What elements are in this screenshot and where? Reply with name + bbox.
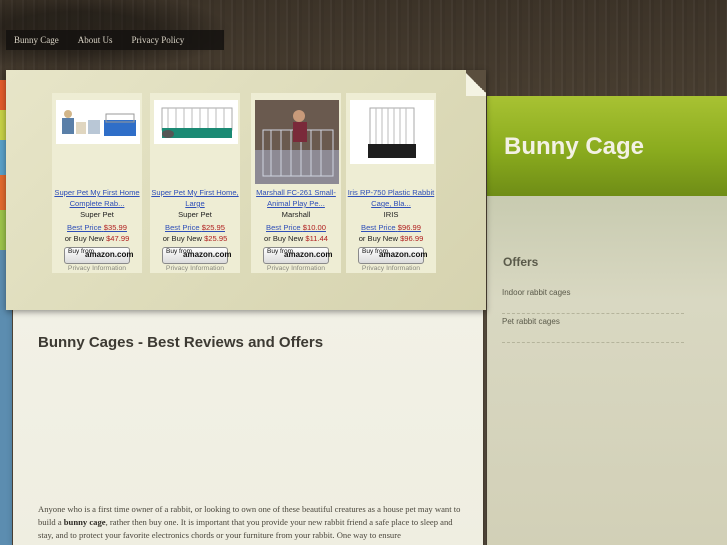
buy-from-amazon-button[interactable]: Buy from amazon.com (358, 247, 427, 264)
privacy-information-link[interactable]: Privacy Information (150, 265, 240, 272)
product-title[interactable]: Super Pet My First Home, Large (150, 187, 240, 209)
page-title: Bunny Cages - Best Reviews and Offers (38, 334, 324, 351)
buy-new-price: or Buy New $47.99 (64, 234, 130, 243)
top-nav: Bunny Cage About Us Privacy Policy (6, 30, 224, 50)
nav-bunny-cage[interactable]: Bunny Cage (14, 35, 59, 45)
product-brand: Super Pet (80, 210, 114, 219)
best-price-link[interactable]: Best Price $10.00 (251, 223, 341, 232)
product-card: Super Pet My First Home, Large Super Pet … (150, 93, 240, 273)
sidebar-link-pet-rabbit-cages[interactable]: Pet rabbit cages (502, 315, 684, 343)
intro-keyword: bunny cage (63, 517, 106, 527)
site-title[interactable]: Bunny Cage (504, 133, 644, 161)
privacy-information-link[interactable]: Privacy Information (346, 265, 436, 272)
nav-about-us[interactable]: About Us (78, 35, 113, 45)
buy-new-price: or Buy New $96.99 (358, 234, 424, 243)
teal-cage-image[interactable] (154, 100, 238, 144)
buy-from-amazon-button[interactable]: Buy from amazon.com (162, 247, 231, 264)
product-title[interactable]: Marshall FC-261 Small- Animal Play Pe... (251, 187, 341, 209)
play-pen-image[interactable] (255, 100, 339, 184)
sidebar-link-indoor-rabbit-cages[interactable]: Indoor rabbit cages (502, 286, 684, 314)
rabbit-starter-kit-image[interactable] (56, 100, 140, 144)
intro-paragraph: Anyone who is a first time owner of a ra… (38, 503, 468, 542)
product-card: Iris RP-750 Plastic Rabbit Cage, Bla... I… (346, 93, 436, 273)
black-cage-image[interactable] (350, 100, 434, 164)
nav-privacy-policy[interactable]: Privacy Policy (132, 35, 185, 45)
product-card: Super Pet My First Home Complete Rab... S… (52, 93, 142, 273)
product-card: Marshall FC-261 Small- Animal Play Pe... … (251, 93, 341, 273)
buy-from-amazon-button[interactable]: Buy from amazon.com (64, 247, 133, 264)
product-title[interactable]: Super Pet My First Home Complete Rab... (52, 187, 142, 209)
buy-from-amazon-button[interactable]: Buy from amazon.com (263, 247, 332, 264)
best-price-link[interactable]: Best Price $35.99 (52, 223, 142, 232)
privacy-information-link[interactable]: Privacy Information (52, 265, 142, 272)
page-fold-corner (466, 70, 486, 96)
product-brand: IRIS (383, 210, 399, 219)
product-brand: Marshall (281, 210, 311, 219)
sidebar (487, 196, 727, 545)
buy-new-price: or Buy New $11.44 (263, 234, 329, 243)
buy-new-price: or Buy New $25.95 (162, 234, 228, 243)
best-price-link[interactable]: Best Price $25.95 (150, 223, 240, 232)
best-price-link[interactable]: Best Price $96.99 (346, 223, 436, 232)
sidebar-heading: Offers (503, 255, 539, 269)
privacy-information-link[interactable]: Privacy Information (251, 265, 341, 272)
product-brand: Super Pet (178, 210, 212, 219)
product-title[interactable]: Iris RP-750 Plastic Rabbit Cage, Bla... (346, 187, 436, 209)
